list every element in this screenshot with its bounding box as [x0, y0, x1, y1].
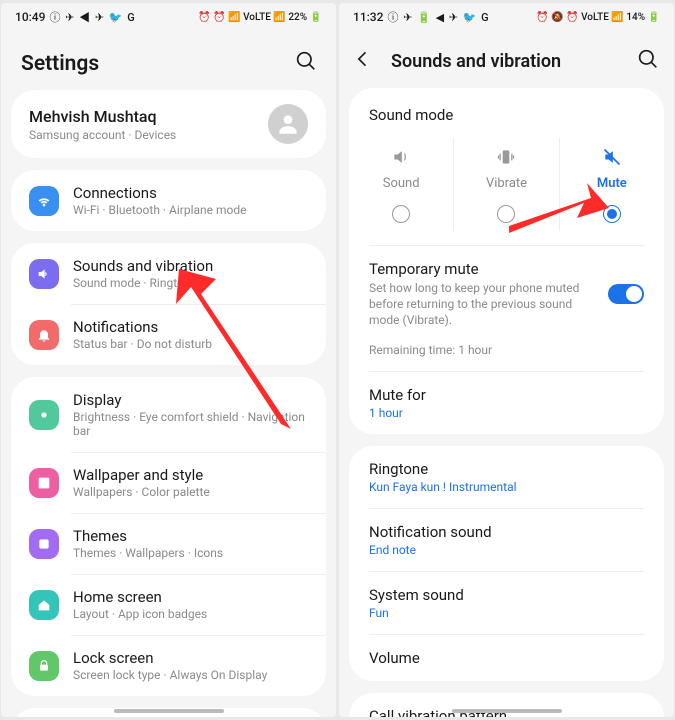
wifi-icon: [29, 186, 59, 216]
status-icons-left: ⓘ ✈ ◀ ✈ 🐦 G: [49, 9, 135, 25]
status-icons-right: ⏰ ⏰ 📶 VoLTE 📶 22% 🔋: [198, 12, 322, 23]
group-connections: Connections Wi-Fi · Bluetooth · Airplane…: [11, 170, 326, 231]
status-icons-left: ⓘ ✈ 🔋 ◀ ✈ 🐦 G: [387, 9, 489, 25]
vibration-card: Call vibration pattern Basic call Notifi…: [349, 693, 664, 717]
status-time: 10:49: [15, 10, 45, 24]
back-button[interactable]: [353, 49, 373, 74]
row-connections[interactable]: Connections Wi-Fi · Bluetooth · Airplane…: [11, 170, 326, 231]
group-sounds: Sounds and vibration Sound mode · Ringto…: [11, 243, 326, 365]
row-wallpaper[interactable]: Wallpaper and style Wallpapers · Color p…: [11, 452, 326, 513]
row-themes[interactable]: Themes Themes · Wallpapers · Icons: [11, 513, 326, 574]
call-vibration-row[interactable]: Call vibration pattern Basic call: [349, 693, 664, 717]
volume-row[interactable]: Volume: [349, 635, 664, 681]
mode-vibrate[interactable]: Vibrate: [453, 138, 558, 231]
search-icon[interactable]: [296, 51, 316, 76]
temporary-mute-row[interactable]: Temporary mute Set how long to keep your…: [349, 246, 664, 343]
profile-name: Mehvish Mushtaq: [29, 107, 176, 126]
gesture-bar: [452, 709, 562, 713]
radio-sound[interactable]: [392, 205, 410, 223]
ringtone-row[interactable]: Ringtone Kun Faya kun ! Instrumental: [349, 446, 664, 508]
gesture-bar: [114, 709, 224, 713]
sounds-card: Ringtone Kun Faya kun ! Instrumental Not…: [349, 446, 664, 681]
system-sound-row[interactable]: System sound Fun: [349, 572, 664, 634]
row-sounds-vibration[interactable]: Sounds and vibration Sound mode · Ringto…: [11, 243, 326, 304]
status-time: 11:32: [353, 10, 383, 24]
search-icon[interactable]: [638, 49, 658, 74]
image-icon: [29, 468, 59, 498]
remaining-time: Remaining time: 1 hour: [349, 343, 664, 371]
notification-sound-row[interactable]: Notification sound End note: [349, 509, 664, 571]
palette-icon: [29, 529, 59, 559]
mute-for-row[interactable]: Mute for 1 hour: [349, 372, 664, 434]
radio-vibrate[interactable]: [497, 205, 515, 223]
profile-card[interactable]: Mehvish Mushtaq Samsung account · Device…: [11, 90, 326, 158]
vibrate-icon: [495, 146, 517, 168]
sound-mode-card: Sound mode Sound Vibrate Mute: [349, 88, 664, 434]
profile-sub: Samsung account · Devices: [29, 128, 176, 142]
status-bar: 10:49 ⓘ ✈ ◀ ✈ 🐦 G ⏰ ⏰ 📶 VoLTE 📶 22% 🔋: [1, 3, 336, 31]
mode-sound[interactable]: Sound: [349, 138, 453, 231]
row-lock-screen[interactable]: Lock screen Screen lock type · Always On…: [11, 635, 326, 696]
row-notifications[interactable]: Notifications Status bar · Do not distur…: [11, 304, 326, 365]
page-title: Sounds and vibration: [391, 51, 620, 72]
temporary-mute-toggle[interactable]: [608, 284, 644, 304]
lock-icon: [29, 651, 59, 681]
settings-screen: 10:49 ⓘ ✈ ◀ ✈ 🐦 G ⏰ ⏰ 📶 VoLTE 📶 22% 🔋 Se…: [1, 3, 336, 717]
sounds-screen: 11:32 ⓘ ✈ 🔋 ◀ ✈ 🐦 G ⏰ 🔕 ⏰ VoLTE 📶 14% 🔋 …: [339, 3, 674, 717]
bell-icon: [29, 320, 59, 350]
group-display: Display Brightness · Eye comfort shield …: [11, 377, 326, 696]
status-icons-right: ⏰ 🔕 ⏰ VoLTE 📶 14% 🔋: [536, 12, 660, 23]
sound-icon: [390, 146, 412, 168]
status-bar: 11:32 ⓘ ✈ 🔋 ◀ ✈ 🐦 G ⏰ 🔕 ⏰ VoLTE 📶 14% 🔋: [339, 3, 674, 31]
row-display[interactable]: Display Brightness · Eye comfort shield …: [11, 377, 326, 452]
row-home-screen[interactable]: Home screen Layout · App icon badges: [11, 574, 326, 635]
sound-mode-label: Sound mode: [349, 88, 664, 132]
speaker-icon: [29, 259, 59, 289]
sun-icon: [29, 400, 59, 430]
page-title: Settings: [21, 52, 99, 76]
home-icon: [29, 590, 59, 620]
radio-mute[interactable]: [603, 205, 621, 223]
mode-mute[interactable]: Mute: [559, 138, 664, 231]
mute-icon: [601, 146, 623, 168]
avatar: [268, 104, 308, 144]
